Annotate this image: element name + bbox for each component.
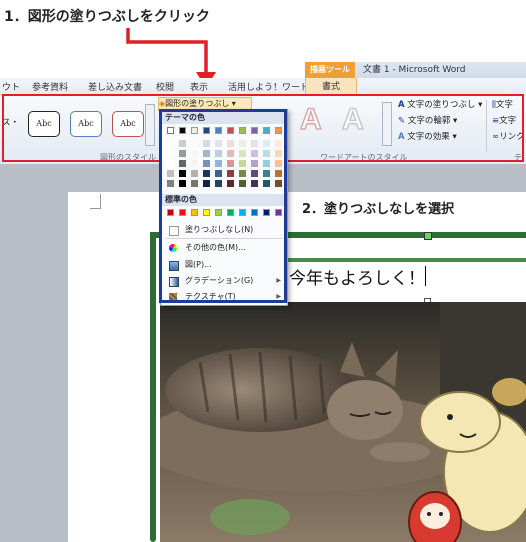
cat-photo-illustration bbox=[160, 302, 526, 542]
greeting-textbox[interactable]: 今年もよろしく！ bbox=[287, 262, 526, 302]
dropdown-highlight-box bbox=[159, 109, 287, 303]
green-frame-left bbox=[150, 232, 156, 542]
tab-mailings[interactable]: 差し込み文書 bbox=[88, 80, 142, 93]
tab-review[interactable]: 校閲 bbox=[156, 80, 174, 93]
tab-references[interactable]: 参考資料 bbox=[32, 80, 68, 93]
text-cursor bbox=[425, 266, 426, 286]
page-margin-marker bbox=[90, 194, 101, 209]
tab-layout[interactable]: ウト bbox=[2, 80, 20, 93]
textbox-selection-handle[interactable] bbox=[424, 232, 432, 240]
drawing-tools-context-tab: 描画ツール bbox=[305, 62, 355, 78]
cat-photo bbox=[160, 302, 526, 542]
greeting-text: 今年もよろしく！ bbox=[289, 269, 425, 289]
window-title: 文書 1 - Microsoft Word bbox=[355, 62, 526, 78]
step2-heading: 2．塗りつぶしなしを選択 bbox=[302, 202, 455, 217]
step1-heading: 1．図形の塗りつぶしをクリック bbox=[4, 9, 210, 25]
tab-view[interactable]: 表示 bbox=[190, 80, 208, 93]
tab-addin[interactable]: 活用しよう！ワード bbox=[228, 80, 309, 93]
